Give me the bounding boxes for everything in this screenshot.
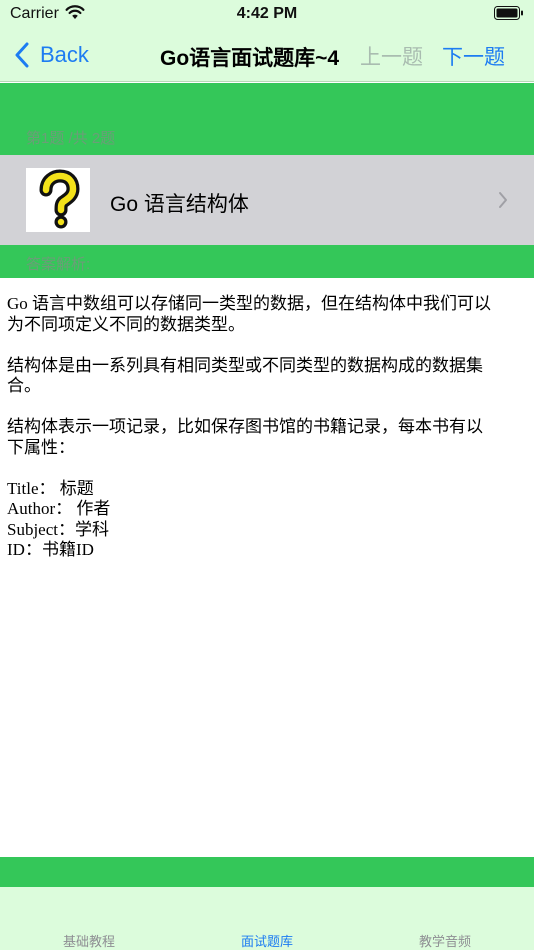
previous-question-button[interactable]: 上一题 [360, 41, 423, 71]
answer-line: 结构体是由一系列具有相同类型或不同类型的数据构成的数据集 [7, 355, 483, 375]
answer-line: 合。 [7, 376, 41, 395]
page-title: Go语言面试题库~4 [160, 47, 340, 70]
next-question-button[interactable]: 下一题 [442, 41, 505, 71]
answer-paragraph: 结构体是由一系列具有相同类型或不同类型的数据构成的数据集 合。 [7, 356, 527, 397]
answer-line: Author： 作者 [7, 499, 111, 518]
battery-icon [494, 6, 523, 20]
answer-header: 答案解析: [0, 245, 534, 278]
back-label: Back [40, 42, 89, 67]
question-title: Go 语言结构体 [110, 193, 249, 216]
answer-paragraph: 结构体表示一项记录，比如保存图书馆的书籍记录，每本书有以 下属性： [7, 417, 527, 458]
back-button[interactable]: Back [14, 40, 89, 70]
question-index: 第1题 /共 2题 [26, 130, 116, 147]
chevron-right-icon [499, 192, 507, 208]
answer-line: Go 语言中数组可以存储同一类型的数据，但在结构体中我们可以 [7, 294, 492, 313]
answer-content: Go 语言中数组可以存储同一类型的数据，但在结构体中我们可以 为不同项定义不同的… [7, 294, 527, 581]
answer-line: 下属性： [7, 437, 75, 457]
answer-paragraph: Go 语言中数组可以存储同一类型的数据，但在结构体中我们可以 为不同项定义不同的… [7, 294, 527, 335]
chevron-left-icon [15, 42, 29, 68]
footer-banner [0, 857, 534, 887]
question-mark-icon [26, 168, 90, 232]
answer-line: 为不同项定义不同的数据类型。 [7, 314, 245, 334]
status-bar: Carrier 4:42 PM [0, 0, 534, 30]
answer-label: 答案解析: [26, 256, 91, 273]
status-time: 4:42 PM [236, 5, 298, 22]
navigation-bar: Back Go语言面试题库~4 上一题 下一题 [0, 30, 534, 82]
answer-line: 结构体表示一项记录，比如保存图书馆的书籍记录，每本书有以 [7, 417, 483, 436]
tab-bar: 基础教程 面试题库 教学音频 [0, 887, 534, 950]
answer-paragraph: Title： 标题 Author： 作者 Subject：学科 ID：书籍ID [7, 479, 527, 561]
answer-line: Subject：学科 [7, 519, 109, 539]
tab-basic-tutorial[interactable]: 基础教程 [0, 931, 178, 950]
tab-teaching-audio[interactable]: 教学音频 [356, 931, 534, 950]
answer-line: ID：书籍ID [7, 540, 94, 559]
tab-interview-questions[interactable]: 面试题库 [178, 931, 356, 950]
answer-line: Title： 标题 [7, 478, 94, 498]
question-row[interactable]: Go 语言结构体 [0, 155, 534, 245]
